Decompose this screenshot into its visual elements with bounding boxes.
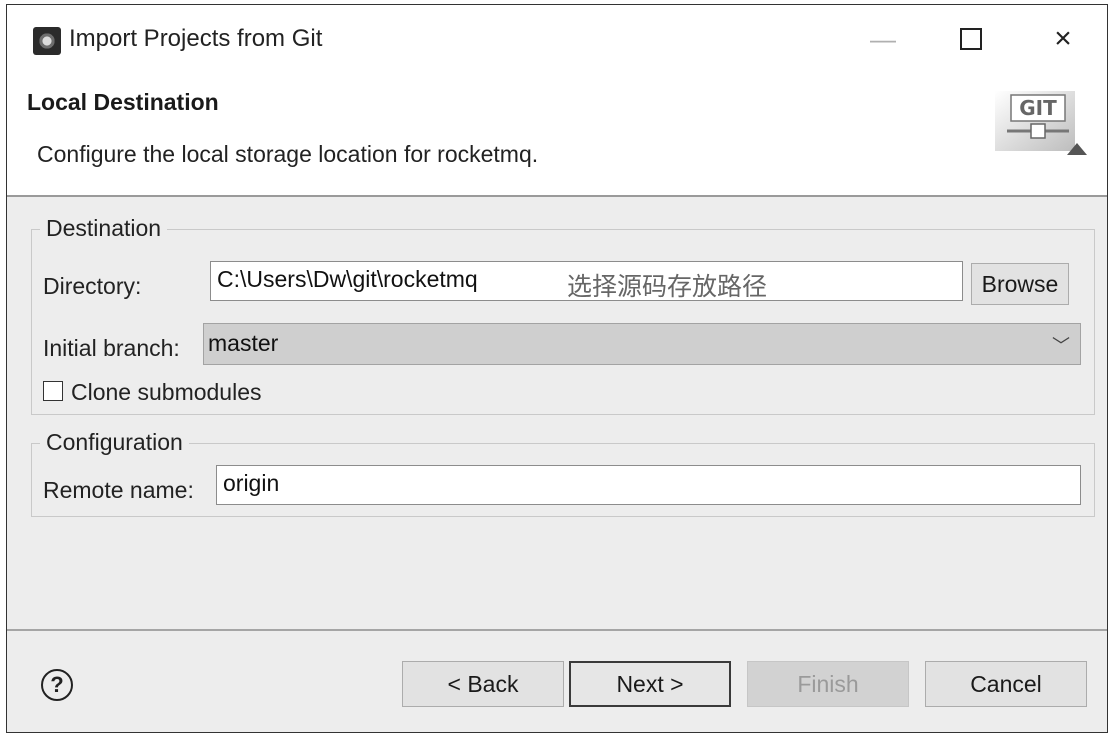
help-icon[interactable]: ? — [41, 669, 73, 701]
remote-name-label: Remote name: — [43, 477, 194, 503]
directory-annotation: 选择源码存放路径 — [567, 272, 768, 301]
close-button[interactable]: × — [1043, 19, 1083, 59]
footer-separator — [7, 629, 1107, 631]
remote-name-input[interactable]: origin — [216, 465, 1081, 505]
import-dialog: Import Projects from Git — × Local Desti… — [6, 4, 1108, 733]
initial-branch-value: master — [208, 330, 279, 356]
chevron-down-icon: ﹀ — [1052, 336, 1070, 356]
initial-branch-select[interactable]: master ﹀ — [203, 323, 1081, 365]
cancel-button[interactable]: Cancel — [925, 661, 1087, 707]
window-title: Import Projects from Git — [69, 25, 323, 52]
clone-submodules-label[interactable]: Clone submodules — [71, 379, 262, 406]
configuration-legend: Configuration — [40, 429, 189, 456]
maximize-button[interactable] — [951, 19, 991, 59]
git-logo-icon: GIT — [995, 91, 1087, 155]
back-button[interactable]: < Back — [402, 661, 564, 707]
initial-branch-label: Initial branch: — [43, 335, 180, 361]
destination-legend: Destination — [40, 215, 168, 242]
browse-button[interactable]: Browse — [971, 263, 1069, 305]
maximize-icon — [960, 28, 982, 50]
clone-submodules-checkbox[interactable] — [43, 381, 63, 401]
next-button[interactable]: Next > — [569, 661, 731, 707]
finish-button[interactable]: Finish — [747, 661, 909, 707]
git-logo-text: GIT — [1019, 96, 1057, 120]
minimize-button[interactable]: — — [863, 19, 903, 59]
page-title: Local Destination — [27, 89, 219, 115]
page-description: Configure the local storage location for… — [37, 141, 539, 167]
directory-label: Directory: — [43, 273, 142, 299]
wizard-header: Local Destination Configure the local st… — [7, 65, 1107, 197]
title-bar: Import Projects from Git — × — [7, 5, 1107, 65]
eclipse-app-icon — [33, 27, 61, 55]
